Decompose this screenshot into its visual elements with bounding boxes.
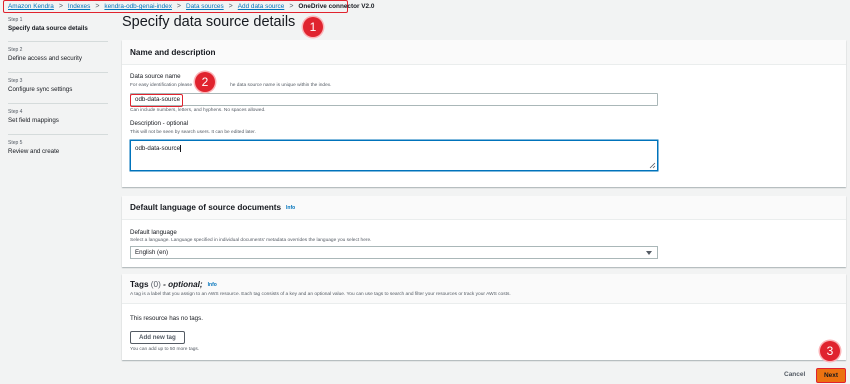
- step-divider: [8, 72, 108, 73]
- description-label: Description - optional: [130, 120, 189, 127]
- step-divider: [8, 103, 108, 104]
- breadcrumb: Amazon Kendra > Indexes > kendra-odb-gen…: [3, 0, 374, 13]
- tags-title-row: Tags (0) - optional; Info: [130, 280, 217, 289]
- tags-count: (0): [150, 280, 161, 289]
- chevron-right-icon: >: [176, 3, 182, 10]
- cancel-button[interactable]: Cancel: [784, 371, 805, 378]
- chevron-right-icon: >: [289, 3, 294, 10]
- description-value: odb-data-source: [135, 145, 181, 153]
- breadcrumb-add-data-source[interactable]: Add data source: [238, 3, 285, 10]
- step-1: Step 1 Specify data source details: [8, 17, 112, 32]
- step-number: Step 5: [8, 140, 23, 146]
- default-language-desc: Select a language. Language specified in…: [130, 238, 372, 243]
- step-divider: [8, 134, 108, 135]
- step-number: Step 4: [8, 109, 23, 115]
- step-label: Configure sync settings: [8, 86, 73, 93]
- card-title: Name and description: [130, 47, 216, 57]
- highlight-name-input: [130, 94, 183, 107]
- breadcrumb-indexes[interactable]: Indexes: [68, 3, 90, 10]
- name-constraint-hint: Can include numbers, letters, and hyphen…: [130, 108, 266, 113]
- data-source-name-input[interactable]: odb-data-source: [130, 93, 658, 106]
- info-link[interactable]: Info: [208, 282, 217, 288]
- breadcrumb-data-sources[interactable]: Data sources: [186, 3, 224, 10]
- info-link[interactable]: Info: [286, 205, 295, 211]
- annotation-badge-2: 2: [195, 72, 215, 92]
- description-textarea[interactable]: odb-data-source: [130, 140, 658, 171]
- step-label: Review and create: [8, 148, 60, 155]
- card-title: Default language of source documents: [130, 203, 282, 212]
- add-new-tag-button[interactable]: Add new tag: [130, 331, 185, 344]
- breadcrumb-amazon-kendra[interactable]: Amazon Kendra: [8, 3, 54, 10]
- step-number: Step 2: [8, 47, 23, 53]
- card-header: Tags (0) - optional; Info A tag is a lab…: [122, 274, 846, 304]
- next-button[interactable]: Next: [816, 368, 846, 383]
- name-description-card: Name and description Data source name Fo…: [122, 40, 846, 187]
- step-divider: [8, 41, 108, 42]
- data-source-name-desc: For easy identification please he data so…: [130, 83, 332, 88]
- step-label: Set field mappings: [8, 117, 59, 124]
- tags-card: Tags (0) - optional; Info A tag is a lab…: [122, 274, 846, 360]
- step-label: Define access and security: [8, 55, 82, 62]
- breadcrumb-current: OneDrive connector V2.0: [298, 3, 375, 10]
- card-header: Default language of source documents Inf…: [122, 196, 846, 220]
- step-2[interactable]: Step 2 Define access and security: [8, 47, 112, 62]
- step-number: Step 3: [8, 78, 23, 84]
- selected-language: English (en): [135, 249, 169, 256]
- text-cursor: [180, 145, 181, 152]
- annotation-badge-3: 3: [820, 341, 840, 361]
- data-source-name-label: Data source name: [130, 73, 181, 80]
- card-title: Tags (0) - optional;: [130, 280, 203, 289]
- page-title: Specify data source details: [122, 14, 296, 30]
- step-4[interactable]: Step 4 Set field mappings: [8, 109, 112, 124]
- resize-grip-icon[interactable]: [648, 161, 656, 169]
- default-language-card: Default language of source documents Inf…: [122, 196, 846, 267]
- default-language-select[interactable]: English (en): [130, 246, 658, 259]
- breadcrumb-index[interactable]: kendra-odb-genai-index: [104, 3, 172, 10]
- no-tags-text: This resource has no tags.: [130, 315, 203, 322]
- chevron-right-icon: >: [58, 3, 63, 10]
- step-3[interactable]: Step 3 Configure sync settings: [8, 78, 112, 93]
- step-5[interactable]: Step 5 Review and create: [8, 140, 112, 155]
- chevron-right-icon: >: [95, 3, 100, 10]
- step-number: Step 1: [8, 17, 23, 23]
- chevron-right-icon: >: [228, 3, 233, 10]
- caret-down-icon: [646, 251, 652, 255]
- step-label: Specify data source details: [8, 25, 88, 32]
- tags-desc: A tag is a label that you assign to an A…: [130, 292, 511, 297]
- card-header: Name and description: [122, 40, 846, 65]
- description-help: This will not be seen by search users. I…: [130, 130, 256, 135]
- default-language-label: Default language: [130, 229, 177, 236]
- annotation-badge-1: 1: [303, 17, 323, 37]
- tags-limit-hint: You can add up to 50 more tags.: [130, 347, 200, 352]
